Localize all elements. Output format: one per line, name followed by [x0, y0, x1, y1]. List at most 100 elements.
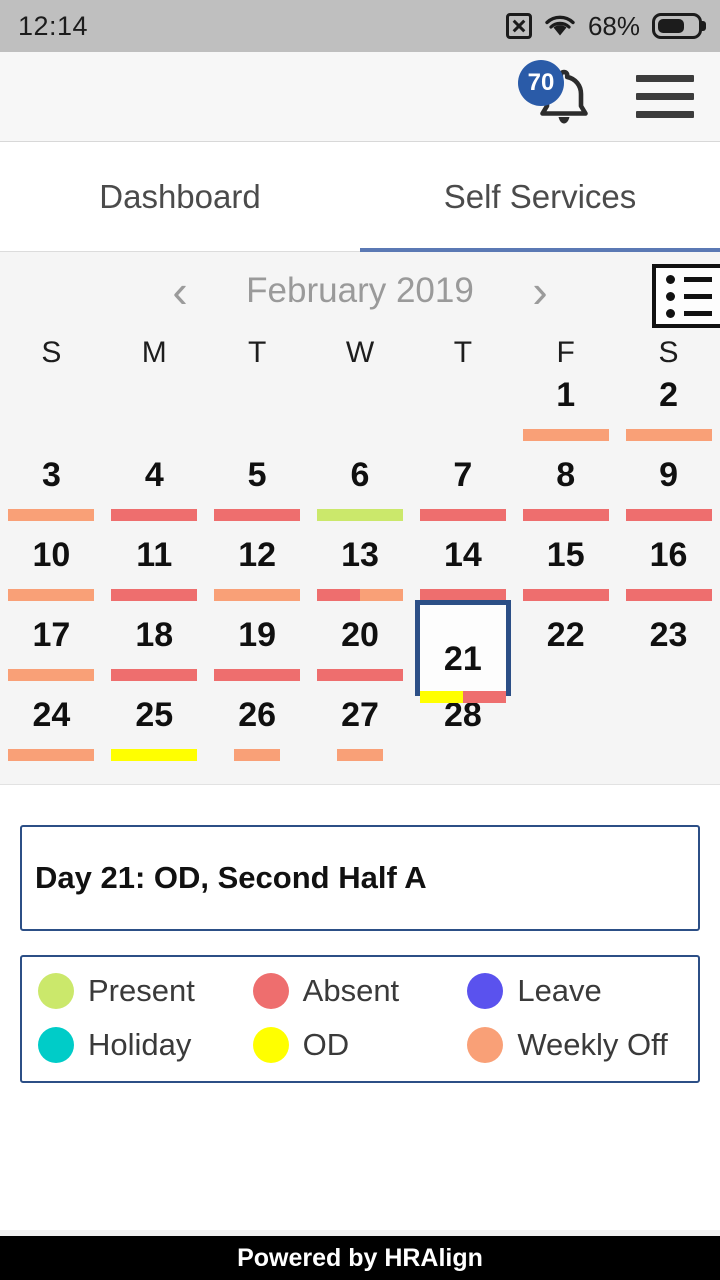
day-status-segment-weekly-off	[336, 749, 383, 761]
calendar-day-number: 3	[41, 456, 61, 494]
calendar-day-cell[interactable]: 22	[514, 614, 617, 694]
calendar-day-cell[interactable]: 28	[411, 694, 514, 774]
weekday-label: M	[141, 336, 167, 369]
calendar-day-cell[interactable]: 26	[206, 694, 309, 774]
calendar-day-cell[interactable]: 7	[411, 454, 514, 534]
calendar-day-cell[interactable]: 9	[617, 454, 720, 534]
calendar-day-cell[interactable]: 23	[617, 614, 720, 694]
day-status-bar	[522, 429, 609, 441]
calendar-panel: ‹ February 2019 › SMTWTFS 1 2 3 4 5 6 7 8 9 10 11 1…	[0, 252, 720, 785]
tab-dashboard[interactable]: Dashboard	[0, 142, 360, 251]
calendar-day-cell[interactable]: 20	[309, 614, 412, 694]
day-status-bar	[336, 749, 383, 761]
calendar-blank-cell	[206, 374, 309, 454]
calendar-day-cell[interactable]: 18	[103, 614, 206, 694]
legend-item-holiday: Holiday	[38, 1027, 253, 1063]
calendar-day-cell[interactable]: 3	[0, 454, 103, 534]
weekday-label: S	[658, 336, 679, 369]
month-label: February 2019	[246, 271, 474, 310]
calendar-day-cell[interactable]: 10	[0, 534, 103, 614]
calendar-day-cell[interactable]: 8	[514, 454, 617, 534]
legend-color-dot	[38, 1027, 74, 1063]
calendar-day-cell[interactable]: 2	[617, 374, 720, 454]
calendar-day-cell[interactable]: 6	[309, 454, 412, 534]
day-status-bar	[316, 509, 403, 521]
prev-month-button[interactable]: ‹	[150, 268, 210, 314]
calendar-day-cell[interactable]: 27	[309, 694, 412, 774]
day-status-bar	[316, 669, 403, 681]
app-bar: 70	[0, 52, 720, 142]
calendar-day-cell[interactable]: 15	[514, 534, 617, 614]
day-status-segment-absent	[214, 509, 301, 521]
calendar-day-number: 8	[556, 456, 576, 494]
calendar-day-cell[interactable]: 16	[617, 534, 720, 614]
next-month-button[interactable]: ›	[510, 268, 570, 314]
day-status-segment-absent	[316, 589, 360, 601]
day-status-segment-absent	[462, 691, 506, 703]
day-status-bar	[214, 669, 301, 681]
calendar-day-cell[interactable]: 25	[103, 694, 206, 774]
calendar-day-number: 26	[238, 696, 277, 734]
calendar-day-number: 22	[546, 616, 585, 654]
legend-item-absent: Absent	[252, 973, 468, 1009]
calendar-day-number: 20	[341, 616, 379, 654]
calendar-day-number: 21	[443, 640, 482, 678]
day-status-segment-absent	[111, 669, 198, 681]
legend-color-dot	[252, 973, 289, 1009]
legend-item-od: OD	[252, 1027, 468, 1063]
app-screen: 12:14 68% 70 Dashboard Self Services ‹ F…	[0, 0, 720, 1280]
day-status-segment-absent	[214, 669, 301, 681]
calendar-day-cell[interactable]: 5	[206, 454, 309, 534]
tab-self-services[interactable]: Self Services	[360, 142, 720, 252]
notifications-button[interactable]: 70	[518, 59, 594, 128]
calendar-day-cell[interactable]: 21	[411, 600, 514, 703]
calendar-day-number: 11	[136, 536, 173, 574]
day-status-segment-weekly-off	[214, 589, 301, 601]
list-view-icon[interactable]	[652, 264, 720, 328]
calendar-day-cell[interactable]: 4	[103, 454, 206, 534]
legend-section: Present Absent Leave Holiday OD Weekly Off	[0, 931, 720, 1083]
legend-label: Leave	[517, 973, 602, 1008]
day-status-segment-weekly-off	[8, 589, 95, 601]
day-detail-box: Day 21: OD, Second Half A	[20, 825, 700, 931]
day-status-bar	[8, 589, 95, 601]
calendar-day-number: 24	[32, 696, 71, 734]
calendar-blank-cell	[411, 374, 514, 454]
calendar-day-number: 9	[659, 456, 679, 494]
no-sim-icon	[505, 13, 532, 39]
calendar-day-cell[interactable]: 12	[206, 534, 309, 614]
weekday-label: W	[345, 336, 375, 369]
day-status-segment-weekly-off	[359, 589, 403, 601]
legend-label: Absent	[302, 973, 400, 1008]
battery-percent: 68%	[587, 10, 640, 41]
day-status-bar	[625, 509, 712, 521]
calendar-blank-cell	[309, 374, 412, 454]
month-navigation: ‹ February 2019 ›	[0, 252, 720, 330]
day-status-bar	[234, 749, 281, 761]
calendar-day-cell[interactable]: 24	[0, 694, 103, 774]
day-status-bar	[8, 509, 95, 521]
weekday-label: T	[247, 336, 267, 369]
battery-icon	[652, 13, 702, 39]
calendar-day-number: 10	[32, 536, 71, 574]
calendar-day-cell[interactable]: 11	[103, 534, 206, 614]
calendar-day-cell[interactable]: 13	[309, 534, 412, 614]
calendar-day-number: 4	[144, 456, 164, 494]
day-status-segment-absent	[625, 589, 712, 601]
calendar-blank-cell	[103, 374, 206, 454]
calendar-day-number: 13	[341, 536, 379, 574]
day-status-segment-weekly-off	[522, 429, 609, 441]
calendar-day-number: 2	[659, 376, 679, 414]
calendar-day-cell[interactable]: 19	[206, 614, 309, 694]
wifi-icon	[545, 15, 575, 36]
legend-color-dot	[467, 1027, 504, 1063]
calendar-day-cell[interactable]: 1	[514, 374, 617, 454]
calendar-grid: 1 2 3 4 5 6 7 8 9 10 11 12 13 14 15 16 17 18 19 20 21 22 23 24 2…	[0, 374, 720, 774]
legend-item-weekly-off: Weekly Off	[467, 1027, 682, 1063]
day-status-segment-absent	[111, 509, 198, 521]
day-status-segment-weekly-off	[234, 749, 281, 761]
hamburger-menu-icon[interactable]	[636, 75, 694, 118]
day-status-segment-absent	[316, 669, 403, 681]
calendar-day-cell[interactable]: 17	[0, 614, 103, 694]
weekday-label: F	[556, 336, 575, 369]
